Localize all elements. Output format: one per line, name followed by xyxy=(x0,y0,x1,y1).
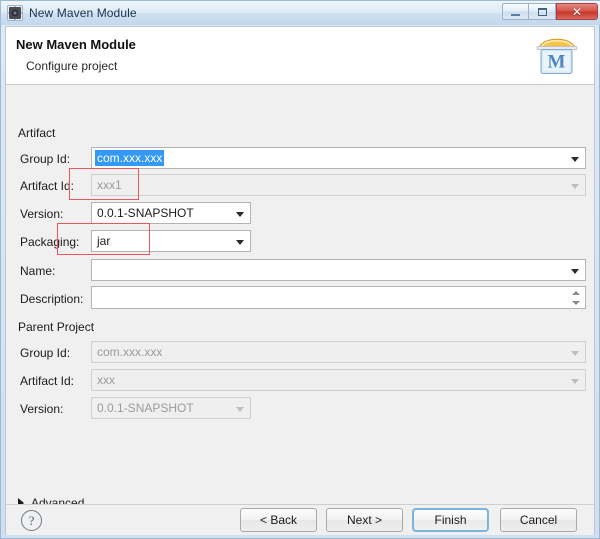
artifact-packaging-label: Packaging: xyxy=(20,235,80,249)
maven-module-icon xyxy=(7,5,23,21)
minimize-icon xyxy=(511,13,520,16)
artifact-version-combo[interactable]: 0.0.1-SNAPSHOT xyxy=(91,202,251,224)
maven-logo-icon: M xyxy=(532,33,582,79)
chevron-down-icon[interactable] xyxy=(571,157,579,162)
window-controls: ✕ xyxy=(502,3,598,20)
close-icon: ✕ xyxy=(571,4,583,19)
chevron-down-icon[interactable] xyxy=(571,351,579,356)
parent-group-id-value: com.xxx.xxx xyxy=(97,345,163,359)
page-title: New Maven Module xyxy=(16,37,136,52)
artifact-version-value: 0.0.1-SNAPSHOT xyxy=(97,206,194,220)
dialog-window: New Maven Module ✕ New Maven Module Conf… xyxy=(0,0,600,539)
restore-icon xyxy=(537,7,547,16)
parent-group-id-label: Group Id: xyxy=(20,346,71,360)
chevron-down-icon[interactable] xyxy=(571,379,579,384)
chevron-down-icon[interactable] xyxy=(571,184,579,189)
parent-group-id-combo[interactable]: com.xxx.xxx xyxy=(91,341,586,363)
minimize-button[interactable] xyxy=(502,3,529,20)
title-bar[interactable]: New Maven Module ✕ xyxy=(1,1,600,25)
artifact-name-label: Name: xyxy=(20,264,56,278)
parent-version-combo[interactable]: 0.0.1-SNAPSHOT xyxy=(91,397,251,419)
artifact-group-id-combo[interactable]: com.xxx.xxx xyxy=(91,147,586,169)
chevron-down-icon[interactable] xyxy=(236,407,244,412)
parent-version-value: 0.0.1-SNAPSHOT xyxy=(97,401,194,415)
artifact-version-label: Version: xyxy=(20,207,64,221)
finish-button[interactable]: Finish xyxy=(412,508,489,532)
wizard-body: Artifact Group Id: com.xxx.xxx Artifact … xyxy=(6,86,594,510)
back-button[interactable]: < Back xyxy=(240,508,317,532)
parent-project-group-title: Parent Project xyxy=(18,320,95,334)
parent-artifact-id-value: xxx xyxy=(97,373,115,387)
artifact-artifact-id-combo[interactable]: xxx1 xyxy=(91,174,586,196)
artifact-group-id-value: com.xxx.xxx xyxy=(95,150,165,166)
chevron-down-icon[interactable] xyxy=(236,240,244,245)
parent-artifact-id-combo[interactable]: xxx xyxy=(91,369,586,391)
artifact-group-title: Artifact xyxy=(18,126,56,140)
artifact-description-label: Description: xyxy=(20,292,84,306)
window-title: New Maven Module xyxy=(29,6,137,20)
spinner-down-icon[interactable] xyxy=(572,301,580,305)
wizard-header: New Maven Module Configure project M xyxy=(6,27,594,85)
parent-artifact-id-label: Artifact Id: xyxy=(20,374,75,388)
help-icon[interactable]: ? xyxy=(21,510,42,531)
artifact-group-id-label: Group Id: xyxy=(20,152,71,166)
artifact-name-combo[interactable] xyxy=(91,259,586,281)
description-spinner[interactable] xyxy=(569,289,582,307)
spinner-up-icon[interactable] xyxy=(572,291,580,295)
artifact-description-input[interactable] xyxy=(91,286,586,309)
artifact-artifact-id-label: Artifact Id: xyxy=(20,179,75,193)
svg-text:M: M xyxy=(548,52,566,73)
artifact-artifact-id-value: xxx1 xyxy=(97,178,122,192)
chevron-down-icon[interactable] xyxy=(571,269,579,274)
dialog-footer: ? < Back Next > Finish Cancel xyxy=(6,504,594,535)
cancel-button[interactable]: Cancel xyxy=(500,508,577,532)
restore-button[interactable] xyxy=(529,3,556,20)
close-button[interactable]: ✕ xyxy=(556,3,598,20)
next-button[interactable]: Next > xyxy=(326,508,403,532)
dialog-client-area: New Maven Module Configure project M Art… xyxy=(5,26,595,535)
parent-version-label: Version: xyxy=(20,402,64,416)
chevron-down-icon[interactable] xyxy=(236,212,244,217)
artifact-packaging-combo[interactable]: jar xyxy=(91,230,251,252)
page-subtitle: Configure project xyxy=(26,59,118,73)
artifact-packaging-value: jar xyxy=(97,234,111,248)
